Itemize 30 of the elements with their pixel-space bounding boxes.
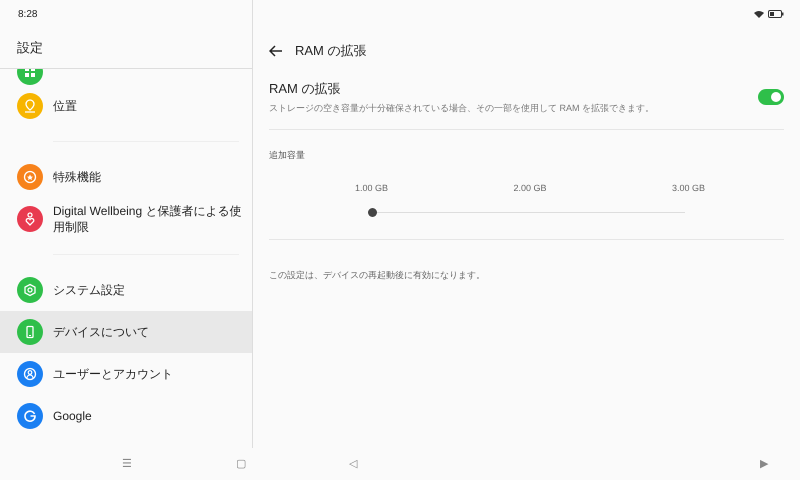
sidebar-item[interactable]: システム設定 xyxy=(0,269,252,311)
back-arrow-icon[interactable] xyxy=(269,44,283,56)
item-label: Google xyxy=(53,408,92,425)
back-button[interactable]: ◁ xyxy=(349,456,357,472)
sidebar-item[interactable]: ユーザーとアカウント xyxy=(0,353,252,395)
status-time: 8:28 xyxy=(18,8,38,22)
item-label: システム設定 xyxy=(53,282,125,299)
item-label: 特殊機能 xyxy=(53,169,101,186)
wifi-icon xyxy=(754,10,764,18)
item-label: ユーザーとアカウント xyxy=(53,366,173,383)
sidebar-item[interactable]: デバイスについて xyxy=(0,311,252,353)
section-label: 追加容量 xyxy=(269,150,305,160)
sidebar-title: 設定 xyxy=(17,39,43,58)
item-label: Digital Wellbeing と保護者による使用制限 xyxy=(53,203,242,236)
setting-title: RAM の拡張 xyxy=(269,80,342,98)
item-label: デバイスについて xyxy=(53,324,149,341)
slider-tick-label: 2.00 GB xyxy=(513,182,547,195)
sidebar-item[interactable]: Digital Wellbeing と保護者による使用制限 xyxy=(0,198,252,240)
setting-description: ストレージの空き容量が十分確保されている場合、その一部を使用して RAM を拡張できます。 xyxy=(269,102,654,115)
slider-tick-label: 3.00 GB xyxy=(672,182,705,195)
battery-icon xyxy=(768,10,784,18)
info-note: この設定は、デバイスの再起動後に有効になります。 xyxy=(269,270,485,280)
sidebar-item[interactable]: Google xyxy=(0,395,252,437)
item-label: 位置 xyxy=(53,98,77,115)
sidebar-item[interactable]: 特殊機能 xyxy=(0,156,252,198)
slider-thumb[interactable] xyxy=(368,208,377,216)
slider-tick-label: 1.00 GB xyxy=(355,182,388,195)
toggle-switch[interactable] xyxy=(758,89,784,105)
page-title: RAM の拡張 xyxy=(295,42,366,60)
sidebar-item[interactable]: 位置 xyxy=(0,85,252,127)
